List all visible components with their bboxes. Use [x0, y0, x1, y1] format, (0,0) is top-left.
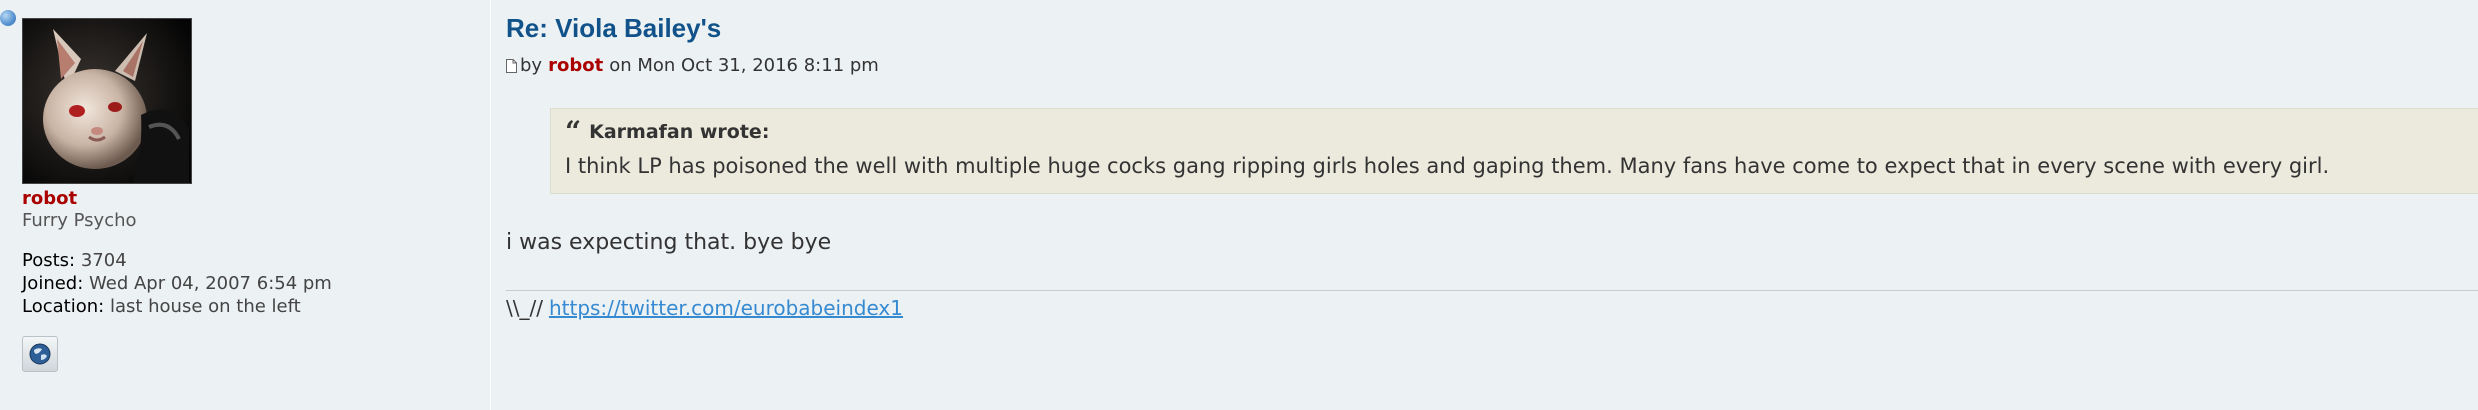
post-profile: robot Furry Psycho Posts: 3704 Joined: W… — [0, 0, 491, 410]
profile-username[interactable]: robot — [22, 188, 77, 209]
post-author-line: by robot on Mon Oct 31, 2016 8:11 pm — [506, 55, 879, 76]
avatar-image — [23, 19, 191, 183]
post-icon[interactable] — [506, 58, 517, 73]
location: Location: last house on the left — [22, 296, 301, 317]
signature-link[interactable]: https://twitter.com/eurobabeindex1 — [549, 296, 903, 320]
quote-text: I think LP has poisoned the well with mu… — [565, 154, 2330, 178]
user-rank: Furry Psycho — [22, 210, 137, 231]
quote-author: Karmafan wrote: — [589, 121, 770, 143]
globe-icon — [29, 343, 51, 365]
signature: \\_//https://twitter.com/eurobabeindex1 — [506, 296, 903, 320]
signature-divider — [506, 290, 2478, 291]
signature-prefix: \\_// — [506, 296, 543, 320]
post-author-link[interactable]: robot — [548, 55, 603, 76]
quote-icon: “ — [565, 115, 582, 148]
posts-count: Posts: 3704 — [22, 250, 127, 271]
location-value: last house on the left — [109, 296, 301, 317]
website-button[interactable] — [22, 336, 58, 372]
quote-block: “ Karmafan wrote: I think LP has poisone… — [550, 108, 2478, 194]
joined-value: Wed Apr 04, 2007 6:54 pm — [89, 273, 332, 294]
avatar[interactable] — [22, 18, 192, 184]
post-content: i was expecting that. bye bye — [506, 230, 832, 255]
quote-cite: “ Karmafan wrote: — [565, 115, 770, 148]
joined-label: Joined: — [22, 273, 84, 294]
by-label: by — [520, 55, 543, 76]
posts-label: Posts: — [22, 250, 76, 271]
joined-date: Joined: Wed Apr 04, 2007 6:54 pm — [22, 273, 332, 294]
post-body: Re: Viola Bailey's by robot on Mon Oct 3… — [506, 0, 2478, 410]
posts-value[interactable]: 3704 — [81, 250, 127, 271]
forum-post: robot Furry Psycho Posts: 3704 Joined: W… — [0, 0, 2478, 410]
location-label: Location: — [22, 296, 105, 317]
post-date: on Mon Oct 31, 2016 8:11 pm — [609, 55, 879, 76]
post-title[interactable]: Re: Viola Bailey's — [506, 13, 721, 44]
